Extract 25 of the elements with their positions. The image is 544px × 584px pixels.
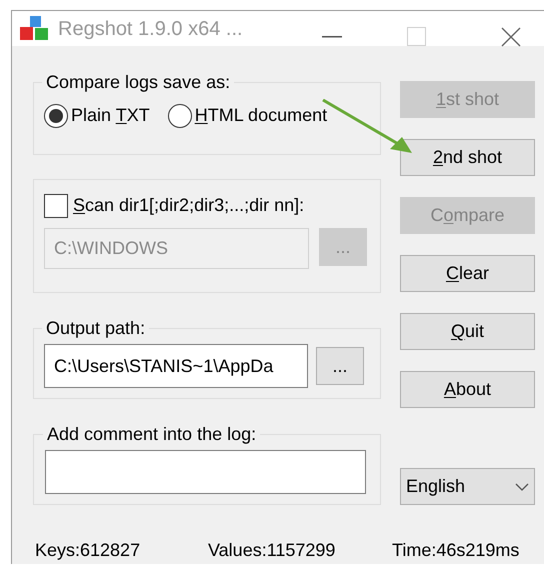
browse-button[interactable]: ... (316, 347, 364, 385)
output-path-field[interactable]: C:\Users\STANIS~1\AppDa (44, 344, 308, 388)
status-text: Keys:612827 (35, 539, 142, 562)
close-icon[interactable] (501, 27, 521, 47)
comment-field[interactable] (45, 450, 366, 494)
radio-option[interactable]: Plain TXT (44, 102, 150, 129)
minimize-icon[interactable] (322, 36, 342, 38)
action-button[interactable]: Clear (400, 255, 535, 292)
window-title: Regshot 1.9.0 x64 ... (58, 16, 243, 42)
checkbox-row[interactable]: Scan dir1[;dir2;dir3;...;dir nn]: (44, 192, 370, 219)
cubes-icon (20, 16, 50, 42)
action-button[interactable]: Quit (400, 313, 535, 350)
action-button[interactable]: 2nd shot (400, 139, 535, 176)
chevron-down-icon (515, 482, 529, 490)
radio-button[interactable] (168, 104, 192, 128)
group-label: Compare logs save as: (45, 71, 232, 94)
group-label: Add comment into the log: (46, 423, 258, 446)
group-label: Output path: (45, 317, 146, 340)
radio-button[interactable] (44, 104, 68, 128)
action-button[interactable]: About (400, 371, 535, 408)
status-text: Values:1157299 (207, 539, 336, 562)
status-text: Time:46s219ms (392, 539, 520, 562)
checkbox[interactable] (44, 194, 68, 218)
radio-option[interactable]: HTML document (168, 102, 328, 129)
language-dropdown[interactable]: English (400, 468, 535, 505)
